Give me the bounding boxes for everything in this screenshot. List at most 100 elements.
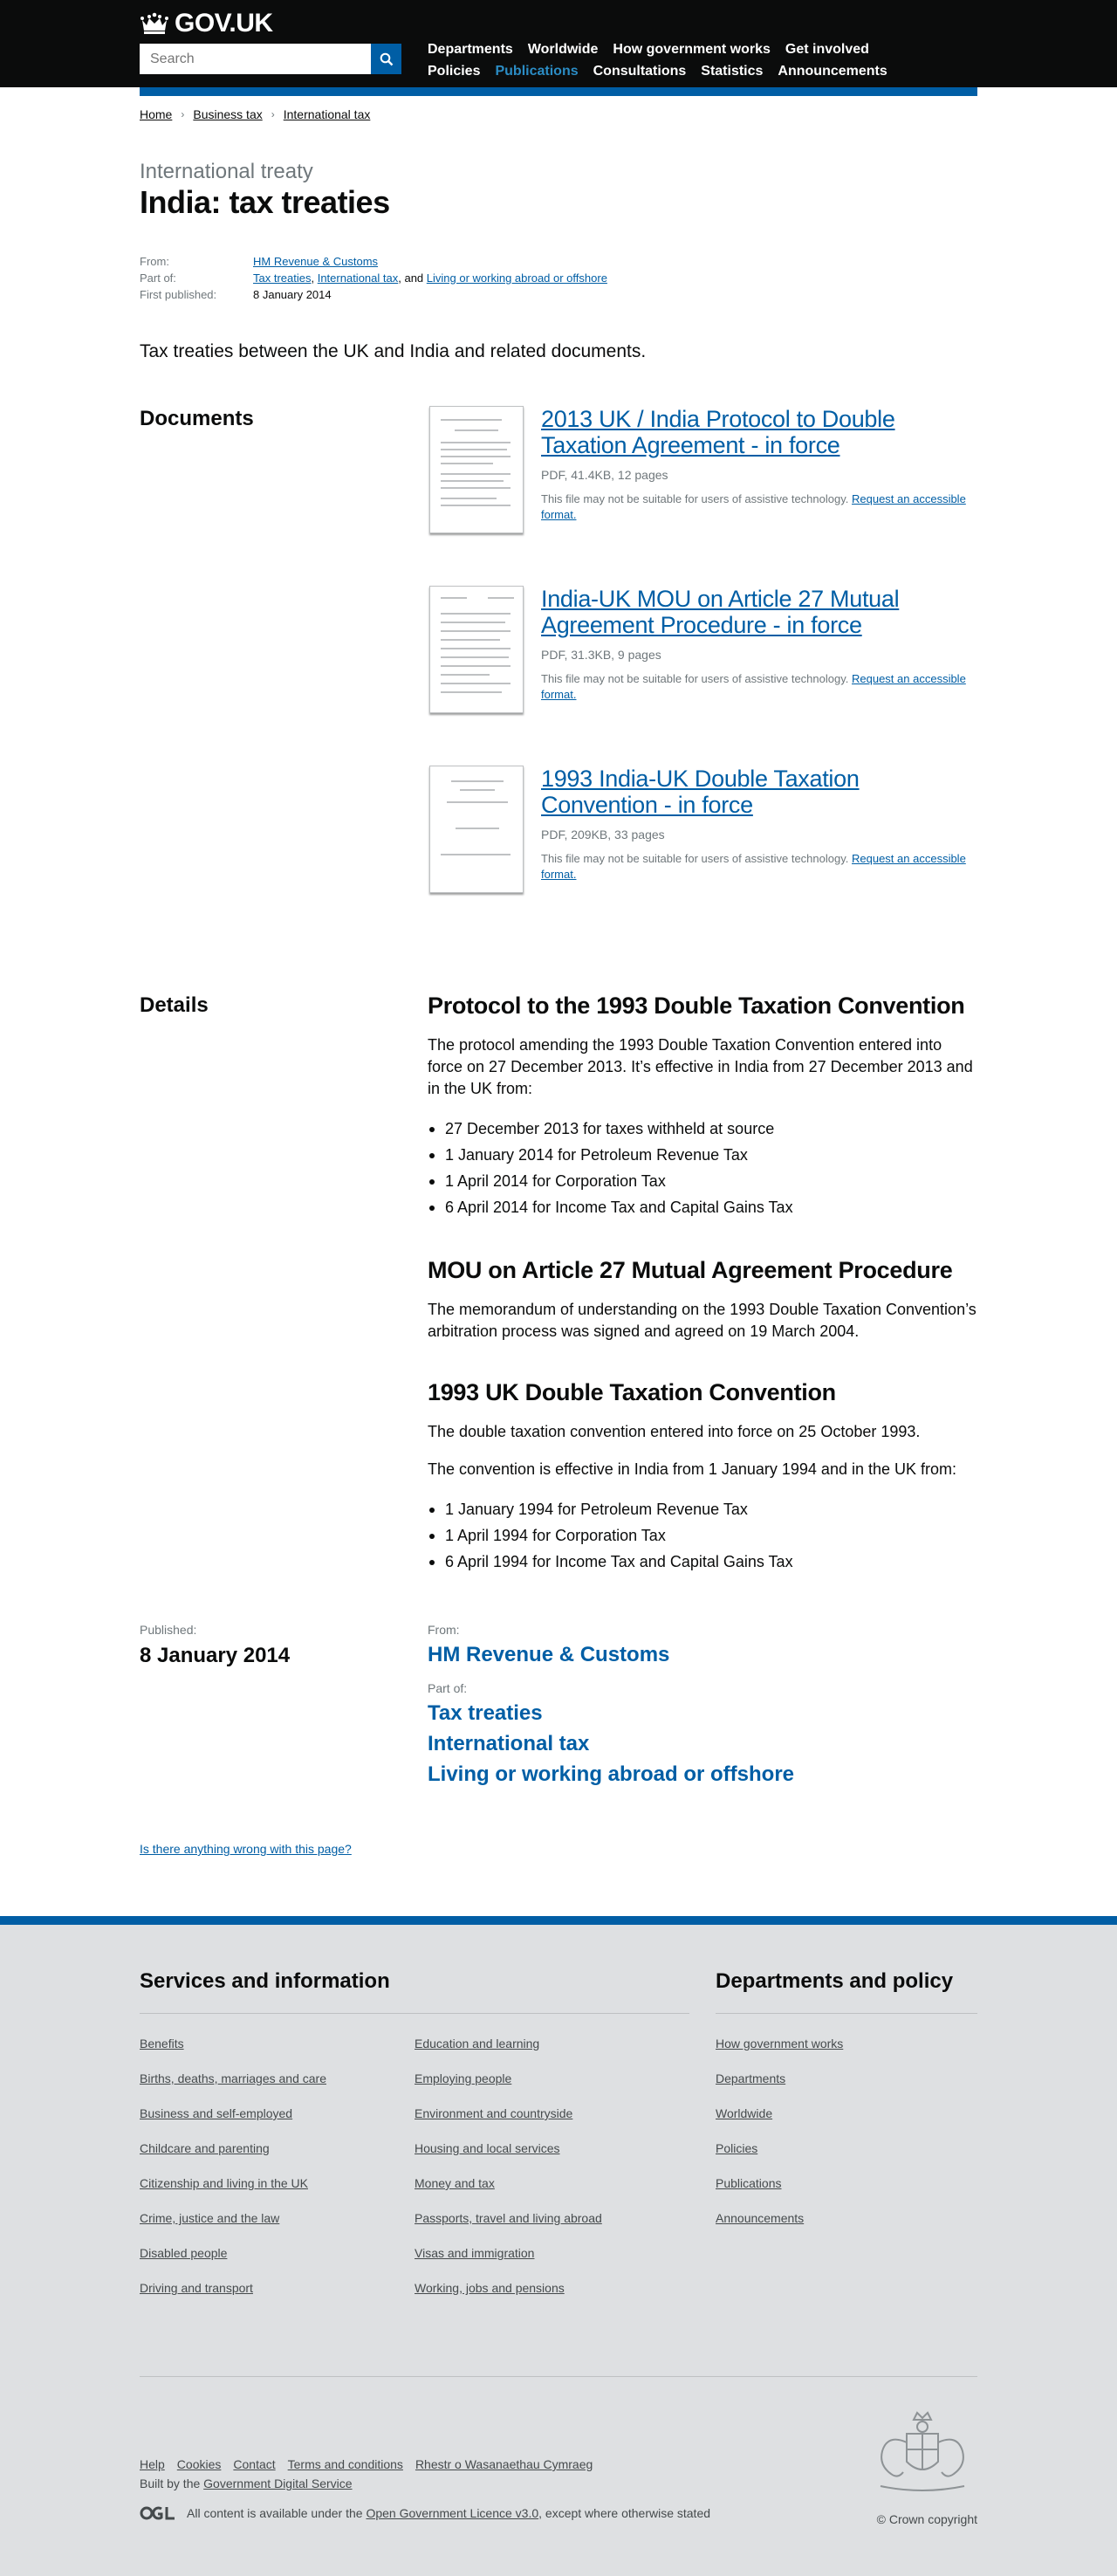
- details-paragraph: The memorandum of understanding on the 1…: [428, 1301, 977, 1340]
- nav-announcements[interactable]: Announcements: [778, 64, 887, 79]
- footer-link[interactable]: Driving and transport: [140, 2281, 253, 2295]
- footer-licence: All content is available under the Open …: [140, 2505, 710, 2521]
- nav-publications[interactable]: Publications: [495, 64, 578, 79]
- breadcrumb-business-tax[interactable]: Business tax: [193, 107, 262, 121]
- partof-link-tax-treaties[interactable]: Tax treaties: [428, 1698, 977, 1728]
- footer-terms-link[interactable]: Terms and conditions: [288, 2457, 403, 2471]
- meta-partof-separator: ,: [311, 271, 318, 285]
- meta-partof-link-tax-treaties[interactable]: Tax treaties: [253, 271, 311, 285]
- nav-consultations[interactable]: Consultations: [593, 64, 687, 79]
- footer-link[interactable]: How government works: [716, 2037, 843, 2050]
- document-item: 2013 UK / India Protocol to Double Taxat…: [428, 406, 977, 586]
- ogl-link[interactable]: Open Government Licence v3.0: [366, 2506, 538, 2520]
- footer-link[interactable]: Policies: [716, 2141, 757, 2155]
- list-item: 27 December 2013 for taxes withheld at s…: [428, 1116, 977, 1142]
- footer-link[interactable]: Visas and immigration: [415, 2246, 534, 2260]
- page-summary: Tax treaties between the UK and India an…: [140, 341, 647, 361]
- partof-link-living-abroad[interactable]: Living or working abroad or offshore: [428, 1759, 977, 1789]
- report-problem: Is there anything wrong with this page?: [140, 1842, 977, 1856]
- meta-partof-links: Tax treaties, International tax, and Liv…: [253, 270, 607, 286]
- footer-link[interactable]: Money and tax: [415, 2176, 495, 2190]
- footer-departments: Departments and policy How government wo…: [716, 1968, 977, 2246]
- footer-services-column-2: Education and learning Employing people …: [415, 2037, 689, 2316]
- documents-section: Documents 2013 UK / India Protocol to Do…: [140, 406, 977, 945]
- footer-link[interactable]: Environment and countryside: [415, 2106, 572, 2120]
- footer-link[interactable]: Education and learning: [415, 2037, 539, 2050]
- footer-welsh-services-link[interactable]: Rhestr o Wasanaethau Cymraeg: [415, 2457, 593, 2471]
- footer-link[interactable]: Working, jobs and pensions: [415, 2281, 565, 2295]
- nav-departments[interactable]: Departments: [428, 42, 513, 58]
- footer-divider: [140, 2376, 977, 2377]
- crown-copyright: © Crown copyright: [876, 2512, 977, 2526]
- details-subheading: 1993 UK Double Taxation Convention: [428, 1379, 836, 1405]
- page-context: International treaty: [140, 160, 313, 183]
- site-header: GOV.UK Departments Worldwide How governm…: [0, 0, 1117, 96]
- nav-statistics[interactable]: Statistics: [701, 64, 763, 79]
- footer-link[interactable]: Housing and local services: [415, 2141, 560, 2155]
- search-input[interactable]: [140, 44, 371, 74]
- footer-built-by: Built by the Government Digital Service: [140, 2476, 353, 2490]
- footer-link[interactable]: Disabled people: [140, 2246, 227, 2260]
- footer-link[interactable]: Worldwide: [716, 2106, 772, 2120]
- footer-contact-link[interactable]: Contact: [233, 2457, 275, 2471]
- footer-link[interactable]: Passports, travel and living abroad: [415, 2211, 602, 2225]
- document-file-meta: PDF, 41.4KB, 12 pages: [541, 468, 668, 482]
- details-body: Protocol to the 1993 Double Taxation Con…: [428, 993, 977, 1575]
- search-icon: [380, 52, 393, 65]
- footer-link[interactable]: Employing people: [415, 2071, 511, 2085]
- document-title-link[interactable]: 2013 UK / India Protocol to Double Taxat…: [541, 406, 977, 458]
- nav-how-government-works[interactable]: How government works: [613, 42, 770, 58]
- footer-link[interactable]: Births, deaths, marriages and care: [140, 2071, 326, 2085]
- document-thumbnail[interactable]: [429, 586, 524, 713]
- footer-help-link[interactable]: Help: [140, 2457, 165, 2471]
- partof-link-international-tax[interactable]: International tax: [428, 1728, 977, 1759]
- page-title: India: tax treaties: [140, 184, 390, 220]
- partof-label: Part of:: [428, 1681, 468, 1695]
- crown-icon: [140, 11, 169, 36]
- details-heading: Details: [140, 993, 209, 1017]
- meta-partof-link-international-tax[interactable]: International tax: [318, 271, 399, 285]
- footer-link[interactable]: Childcare and parenting: [140, 2141, 270, 2155]
- from-organisation-link[interactable]: HM Revenue & Customs: [428, 1639, 977, 1670]
- meta-partof-link-living-abroad[interactable]: Living or working abroad or offshore: [427, 271, 607, 285]
- footer-link[interactable]: Benefits: [140, 2037, 184, 2050]
- search-form: [140, 44, 401, 74]
- footer-link[interactable]: Publications: [716, 2176, 782, 2190]
- search-button[interactable]: [371, 44, 401, 74]
- documents-heading: Documents: [140, 407, 254, 430]
- from-label: From:: [428, 1623, 460, 1637]
- footer-departments-heading: Departments and policy: [716, 1969, 954, 1993]
- document-title-link[interactable]: India-UK MOU on Article 27 Mutual Agreem…: [541, 586, 977, 638]
- document-thumbnail[interactable]: [429, 766, 524, 893]
- breadcrumb-home[interactable]: Home: [140, 107, 172, 121]
- meta-from-label: From:: [140, 255, 169, 268]
- details-bullet-list: 1 January 1994 for Petroleum Revenue Tax…: [428, 1496, 977, 1575]
- nav-get-involved[interactable]: Get involved: [785, 42, 869, 58]
- details-section: Details Protocol to the 1993 Double Taxa…: [140, 993, 977, 1575]
- nav-policies[interactable]: Policies: [428, 64, 480, 79]
- footer-link[interactable]: Announcements: [716, 2211, 804, 2225]
- ogl-logo-icon: [140, 2505, 176, 2521]
- govuk-logo-link[interactable]: GOV.UK: [140, 9, 273, 38]
- footer-link[interactable]: Crime, justice and the law: [140, 2211, 279, 2225]
- breadcrumb-international-tax[interactable]: International tax: [284, 107, 371, 121]
- gds-link[interactable]: Government Digital Service: [203, 2476, 352, 2490]
- nav-worldwide[interactable]: Worldwide: [528, 42, 599, 58]
- details-bullet-list: 27 December 2013 for taxes withheld at s…: [428, 1116, 977, 1220]
- footer-link[interactable]: Citizenship and living in the UK: [140, 2176, 308, 2190]
- meta-from-link[interactable]: HM Revenue & Customs: [253, 253, 378, 270]
- nav-row-primary: Departments Worldwide How government wor…: [428, 38, 977, 60]
- footer-services-links: Benefits Births, deaths, marriages and c…: [140, 2037, 689, 2316]
- document-thumbnail[interactable]: [429, 406, 524, 533]
- footer-link[interactable]: Business and self-employed: [140, 2106, 292, 2120]
- document-title-link[interactable]: 1993 India-UK Double Taxation Convention…: [541, 766, 977, 818]
- report-problem-link[interactable]: Is there anything wrong with this page?: [140, 1842, 352, 1856]
- document-info: India-UK MOU on Article 27 Mutual Agreem…: [541, 586, 977, 766]
- footer-link[interactable]: Departments: [716, 2071, 785, 2085]
- published-date: 8 January 2014: [140, 1644, 291, 1667]
- footer-cookies-link[interactable]: Cookies: [177, 2457, 222, 2471]
- licence-suffix-text: , except where otherwise stated: [538, 2506, 711, 2520]
- document-accessibility-note: This file may not be suitable for users …: [541, 851, 977, 883]
- published-block: Published: 8 January 2014: [140, 1622, 428, 1789]
- metadata: From: HM Revenue & Customs Part of: Tax …: [140, 253, 977, 303]
